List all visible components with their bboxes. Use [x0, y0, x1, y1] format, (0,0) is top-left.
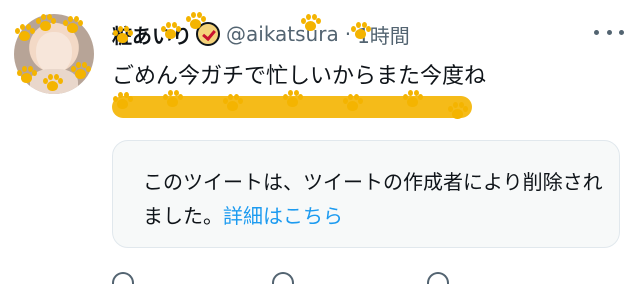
user-handle[interactable]: @aikatsura: [226, 22, 339, 46]
more-horizontal-icon-dot: [606, 29, 612, 35]
paw-print-icon: [14, 24, 35, 42]
paw-print-icon: [16, 66, 37, 84]
paw-print-icon: [300, 14, 321, 32]
paw-print-icon: [447, 102, 468, 120]
paw-print-icon: [342, 94, 363, 112]
reply-icon[interactable]: [112, 272, 134, 284]
like-icon[interactable]: [427, 272, 449, 284]
retweet-icon[interactable]: [272, 272, 294, 284]
paw-print-icon: [160, 22, 181, 40]
paw-print-icon: [185, 12, 206, 30]
redacted-text: [112, 90, 472, 128]
action-bar: [112, 268, 472, 284]
paw-print-icon: [350, 22, 371, 40]
paw-print-icon: [112, 26, 133, 44]
paw-print-icon: [112, 92, 133, 110]
more-horizontal-icon-dot: [594, 29, 599, 35]
deleted-tweet-card: このツイートは、ツイートの作成者により削除されました。詳細はこちら: [112, 140, 620, 248]
paw-print-icon: [62, 16, 83, 34]
learn-more-link[interactable]: 詳細はこちら: [223, 204, 343, 228]
paw-print-icon: [35, 14, 56, 32]
more-options-button[interactable]: [594, 22, 624, 42]
paw-print-icon: [402, 90, 423, 108]
paw-print-icon: [42, 74, 63, 92]
deleted-notice: このツイートは、ツイートの作成者により削除されました。詳細はこちら: [143, 165, 603, 233]
tweet-text: ごめん今ガチで忙しいからまた今度ね: [112, 64, 487, 89]
paw-print-icon: [70, 62, 91, 80]
more-horizontal-icon-dot: [619, 29, 624, 35]
paw-print-icon: [282, 90, 303, 108]
paw-print-icon: [162, 90, 183, 108]
paw-print-icon: [222, 94, 243, 112]
avatar-face: [36, 32, 72, 74]
deleted-notice-text: このツイートは、ツイートの作成者により削除されました。: [143, 170, 603, 228]
